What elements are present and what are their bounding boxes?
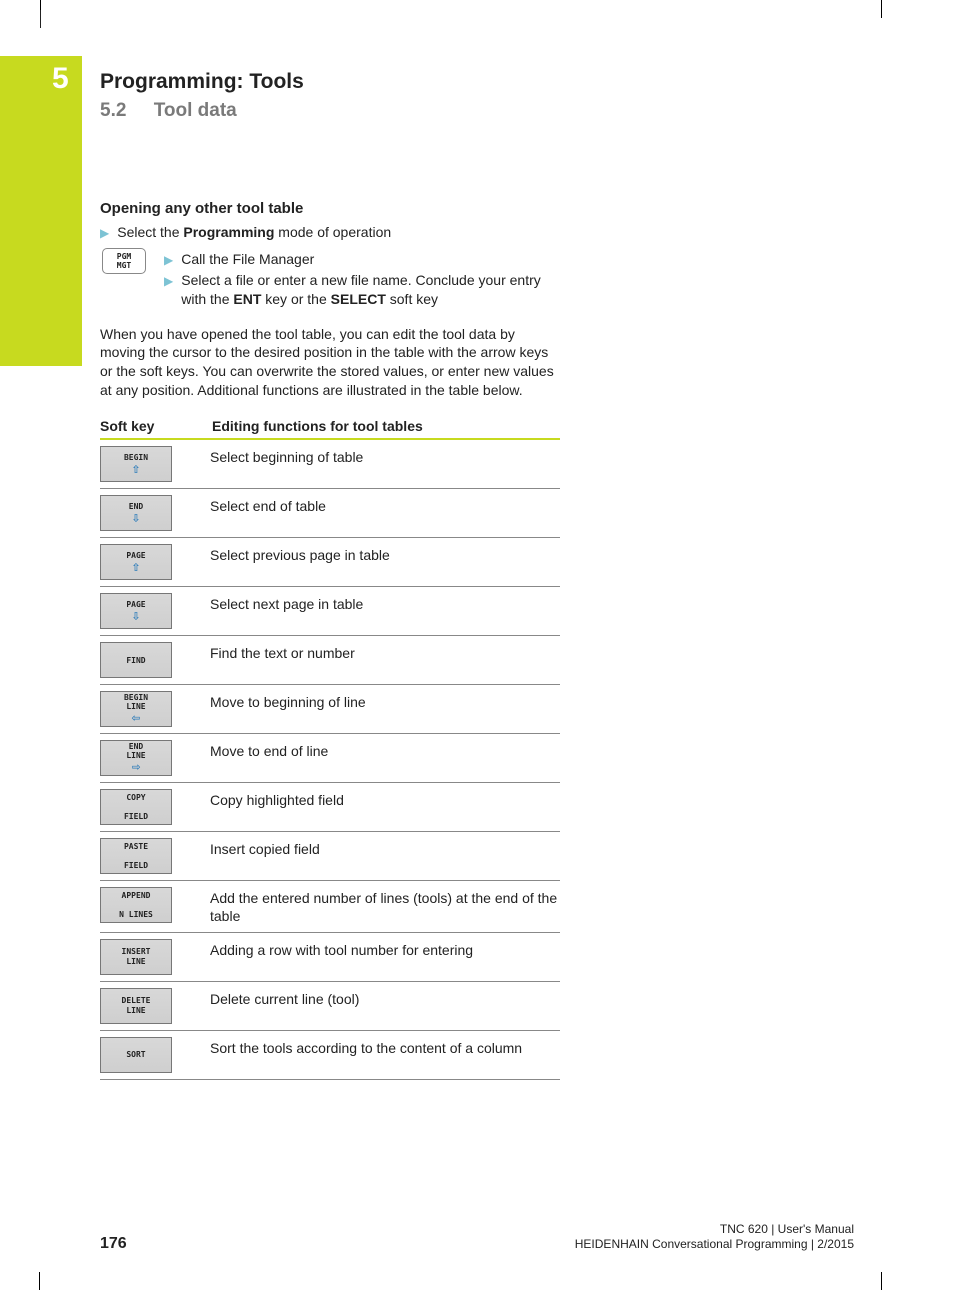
row-description: Adding a row with tool number for enteri… — [210, 939, 560, 959]
triangle-icon: ▶ — [100, 226, 109, 242]
arrow-up-icon: ⇧ — [132, 462, 140, 476]
table-row: END⇩ Select end of table — [100, 489, 560, 538]
crop-mark — [881, 10, 899, 28]
crop-mark — [40, 1262, 58, 1280]
row-description: Move to end of line — [210, 740, 560, 760]
arrow-down-icon: ⇩ — [132, 511, 140, 525]
bold-text: SELECT — [331, 291, 386, 307]
row-description: Select previous page in table — [210, 544, 560, 564]
bold-text: Programming — [183, 224, 274, 240]
chapter-number: 5 — [52, 62, 69, 96]
softkey-icon: BEGIN⇧ — [100, 446, 172, 482]
arrow-right-icon: ⇨ — [132, 760, 140, 774]
row-description: Copy highlighted field — [210, 789, 560, 809]
arrow-up-icon: ⇧ — [132, 560, 140, 574]
table-row: SORT Sort the tools according to the cont… — [100, 1031, 560, 1080]
crop-mark — [40, 10, 58, 28]
footer-line: HEIDENHAIN Conversational Programming | … — [575, 1237, 854, 1253]
bullet-text: Select the Programming mode of operation — [117, 223, 560, 242]
text: soft key — [386, 291, 438, 307]
row-description: Select next page in table — [210, 593, 560, 613]
softkey-table: Soft key Editing functions for tool tabl… — [100, 414, 560, 1079]
softkey-icon: PAGE⇩ — [100, 593, 172, 629]
row-description: Select beginning of table — [210, 446, 560, 466]
softkey-icon: PASTE FIELD — [100, 838, 172, 874]
softkey-icon: PAGE⇧ — [100, 544, 172, 580]
col-header-desc: Editing functions for tool tables — [212, 418, 560, 434]
table-row: PAGE⇧ Select previous page in table — [100, 538, 560, 587]
softkey-icon: BEGINLINE⇦ — [100, 691, 172, 727]
chapter-tab — [0, 56, 82, 366]
bullet-text: Select a file or enter a new file name. … — [181, 271, 560, 309]
table-row: COPY FIELD Copy highlighted field — [100, 783, 560, 832]
table-row: DELETELINE Delete current line (tool) — [100, 982, 560, 1031]
row-description: Move to beginning of line — [210, 691, 560, 711]
section-title: Tool data — [154, 100, 237, 121]
footer-right: TNC 620 | User's Manual HEIDENHAIN Conve… — [575, 1222, 854, 1253]
triangle-icon: ▶ — [164, 253, 173, 269]
page-number: 176 — [100, 1235, 127, 1253]
row-description: Sort the tools according to the content … — [210, 1037, 560, 1057]
key-label: MGT — [103, 262, 145, 271]
pgm-mgt-key-icon: PGM MGT — [102, 248, 146, 274]
softkey-icon: END⇩ — [100, 495, 172, 531]
table-row: ENDLINE⇨ Move to end of line — [100, 734, 560, 783]
chapter-title: Programming: Tools — [100, 70, 304, 94]
table-row: INSERTLINE Adding a row with tool number … — [100, 933, 560, 982]
softkey-icon: SORT — [100, 1037, 172, 1073]
text: mode of operation — [274, 224, 391, 240]
col-header-softkey: Soft key — [100, 418, 212, 434]
indented-block: PGM MGT ▶ Call the File Manager ▶ Select… — [100, 248, 560, 311]
softkey-icon: INSERTLINE — [100, 939, 172, 975]
section-heading: 5.2 Tool data — [100, 100, 237, 122]
row-description: Select end of table — [210, 495, 560, 515]
row-description: Find the text or number — [210, 642, 560, 662]
text: key or the — [261, 291, 330, 307]
bullet-text: Call the File Manager — [181, 250, 560, 269]
bullet-item: ▶ Select a file or enter a new file name… — [164, 271, 560, 309]
triangle-icon: ▶ — [164, 274, 173, 309]
bullet-item: ▶ Call the File Manager — [164, 250, 560, 269]
page-content: Opening any other tool table ▶ Select th… — [100, 200, 560, 1080]
table-header: Soft key Editing functions for tool tabl… — [100, 414, 560, 440]
arrow-down-icon: ⇩ — [132, 609, 140, 623]
paragraph: When you have opened the tool table, you… — [100, 325, 560, 401]
softkey-icon: APPEND N LINES — [100, 887, 172, 923]
arrow-left-icon: ⇦ — [132, 711, 140, 725]
table-row: PASTE FIELD Insert copied field — [100, 832, 560, 881]
table-row: APPEND N LINES Add the entered number of … — [100, 881, 560, 932]
softkey-icon: ENDLINE⇨ — [100, 740, 172, 776]
row-description: Delete current line (tool) — [210, 988, 560, 1008]
table-row: BEGINLINE⇦ Move to beginning of line — [100, 685, 560, 734]
table-row: PAGE⇩ Select next page in table — [100, 587, 560, 636]
bullet-item: ▶ Select the Programming mode of operati… — [100, 223, 560, 242]
softkey-icon: FIND — [100, 642, 172, 678]
text: Select the — [117, 224, 183, 240]
crop-mark — [881, 1262, 899, 1280]
table-body: BEGIN⇧ Select beginning of table END⇩ Selec… — [100, 440, 560, 1079]
softkey-icon: COPY FIELD — [100, 789, 172, 825]
row-description: Add the entered number of lines (tools) … — [210, 887, 560, 925]
table-row: FIND Find the text or number — [100, 636, 560, 685]
row-description: Insert copied field — [210, 838, 560, 858]
footer-line: TNC 620 | User's Manual — [575, 1222, 854, 1238]
softkey-icon: DELETELINE — [100, 988, 172, 1024]
table-row: BEGIN⇧ Select beginning of table — [100, 440, 560, 489]
subheading: Opening any other tool table — [100, 200, 560, 217]
section-number: 5.2 — [100, 100, 126, 121]
page-footer: 176 TNC 620 | User's Manual HEIDENHAIN C… — [100, 1222, 854, 1253]
bold-text: ENT — [233, 291, 261, 307]
